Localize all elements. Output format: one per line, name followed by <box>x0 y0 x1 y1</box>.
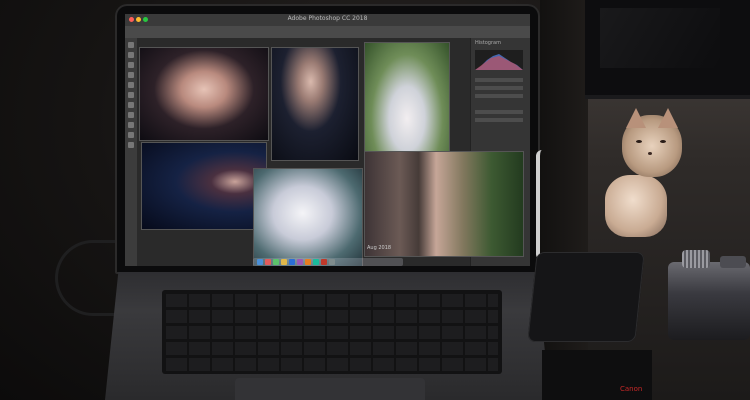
app-icon[interactable] <box>281 259 287 265</box>
app-icon[interactable] <box>297 259 303 265</box>
panel-row[interactable] <box>475 86 523 90</box>
keyboard-row <box>166 358 498 371</box>
brush-tool-icon[interactable] <box>128 92 134 98</box>
photo-tree-trunk-portrait[interactable] <box>364 151 524 257</box>
window-title: Adobe Photoshop CC 2018 <box>287 15 368 22</box>
zoom-tool-icon[interactable] <box>128 142 134 148</box>
histogram-curve <box>475 54 523 70</box>
move-tool-icon[interactable] <box>128 42 134 48</box>
photo-portrait-closeup[interactable] <box>139 47 269 141</box>
photo-white-dress-arms-raised[interactable] <box>253 168 363 266</box>
cat-eye <box>660 140 666 143</box>
crop-tool-icon[interactable] <box>128 72 134 78</box>
app-icon[interactable] <box>273 259 279 265</box>
stamp-tool-icon[interactable] <box>128 102 134 108</box>
keyboard-row <box>166 294 498 307</box>
marquee-tool-icon[interactable] <box>128 52 134 58</box>
photo-caption: Aug 2018 <box>367 245 392 251</box>
app-icon[interactable] <box>313 259 319 265</box>
white-cable <box>536 150 548 260</box>
app-icon[interactable] <box>305 259 311 265</box>
smartphone <box>527 252 645 342</box>
photo-portrait-dark-makeup[interactable] <box>271 47 359 161</box>
camera-brand-label: Canon <box>620 385 643 393</box>
photo-white-dress-forest[interactable] <box>364 42 450 152</box>
panel-row[interactable] <box>475 110 523 114</box>
eyedropper-tool-icon[interactable] <box>128 82 134 88</box>
keyboard-row <box>166 326 498 339</box>
camera-dial <box>682 250 710 268</box>
gradient-tool-icon[interactable] <box>128 122 134 128</box>
app-icon[interactable] <box>265 259 271 265</box>
trash-icon[interactable] <box>329 259 335 265</box>
laptop-screen: Adobe Photoshop CC 2018 Histogram Aug 20… <box>125 14 530 266</box>
finder-icon[interactable] <box>257 259 263 265</box>
cat-ear <box>658 108 678 128</box>
cat-ear <box>626 108 646 128</box>
laptop-trackpad <box>235 378 425 400</box>
text-tool-icon[interactable] <box>128 132 134 138</box>
panel-row[interactable] <box>475 118 523 122</box>
panel-tab-histogram[interactable]: Histogram <box>475 40 523 46</box>
cat-nose <box>648 152 652 155</box>
panel-row[interactable] <box>475 78 523 82</box>
cat-figurine-body <box>605 175 667 237</box>
camera-body <box>668 262 750 340</box>
histogram-graph <box>475 50 523 70</box>
panel-row[interactable] <box>475 94 523 98</box>
keyboard-row <box>166 310 498 323</box>
monitor-glare <box>600 8 720 68</box>
lasso-tool-icon[interactable] <box>128 62 134 68</box>
photo-dark-blue-portrait[interactable] <box>141 142 267 230</box>
keyboard-row <box>166 342 498 355</box>
cat-eye <box>636 140 642 143</box>
photoshop-app-icon[interactable] <box>289 259 295 265</box>
camera-shutter <box>720 256 746 268</box>
photoshop-options-bar[interactable] <box>125 26 530 38</box>
app-icon[interactable] <box>321 259 327 265</box>
eraser-tool-icon[interactable] <box>128 112 134 118</box>
